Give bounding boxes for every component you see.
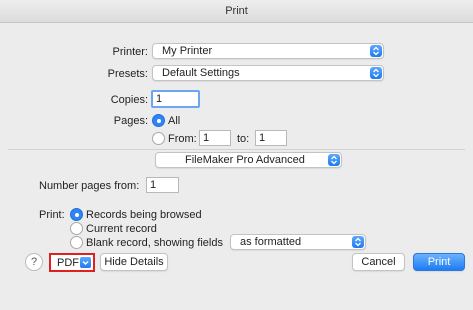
pages-to-label: to: — [237, 133, 250, 145]
current-record-label: Current record — [86, 223, 157, 235]
chevron-updown-icon — [370, 67, 382, 79]
print-options-label: Print: — [39, 209, 65, 221]
title-bar: Print — [0, 0, 473, 23]
window-title: Print — [225, 5, 248, 17]
records-browsed-label: Records being browsed — [86, 209, 202, 221]
printer-popup[interactable]: My Printer — [152, 43, 384, 59]
pages-to-value: 1 — [259, 132, 266, 144]
chevron-down-icon — [80, 257, 91, 268]
help-button[interactable]: ? — [25, 253, 43, 271]
number-pages-value: 1 — [150, 179, 157, 191]
printer-label: Printer: — [112, 46, 148, 58]
presets-popup[interactable]: Default Settings — [152, 65, 384, 81]
app-options-popup[interactable]: FileMaker Pro Advanced — [155, 152, 342, 168]
blank-record-label: Blank record, showing fields — [86, 237, 223, 249]
section-divider — [8, 149, 465, 150]
presets-value: Default Settings — [162, 67, 240, 79]
chevron-updown-icon — [328, 154, 340, 166]
copies-label: Copies: — [110, 94, 148, 106]
pdf-menu-button[interactable]: PDF — [49, 253, 95, 272]
blank-record-radio[interactable] — [70, 236, 83, 249]
pages-from-field[interactable]: 1 — [199, 130, 231, 146]
app-options-value: FileMaker Pro Advanced — [185, 154, 305, 166]
blank-record-format-popup[interactable]: as formatted — [230, 234, 366, 250]
pages-all-label: All — [168, 115, 181, 127]
copies-value: 1 — [156, 93, 163, 105]
number-pages-label: Number pages from: — [39, 180, 140, 192]
presets-label: Presets: — [107, 68, 148, 80]
format-value: as formatted — [240, 236, 302, 248]
records-browsed-radio[interactable] — [70, 208, 83, 221]
print-button[interactable]: Print — [413, 253, 465, 271]
pdf-label: PDF — [57, 257, 79, 269]
chevron-updown-icon — [370, 45, 382, 57]
chevron-updown-icon — [352, 236, 364, 248]
hide-details-button[interactable]: Hide Details — [100, 253, 168, 271]
cancel-button[interactable]: Cancel — [352, 253, 405, 271]
pages-from-value: 1 — [203, 132, 210, 144]
copies-field[interactable]: 1 — [151, 90, 200, 108]
pages-from-radio[interactable] — [152, 132, 165, 145]
pages-all-radio[interactable] — [152, 114, 165, 127]
pages-from-label: From: — [168, 133, 197, 145]
pages-to-field[interactable]: 1 — [255, 130, 287, 146]
printer-value: My Printer — [162, 45, 213, 57]
current-record-radio[interactable] — [70, 222, 83, 235]
number-pages-field[interactable]: 1 — [146, 177, 179, 193]
pages-label: Pages: — [113, 115, 148, 127]
